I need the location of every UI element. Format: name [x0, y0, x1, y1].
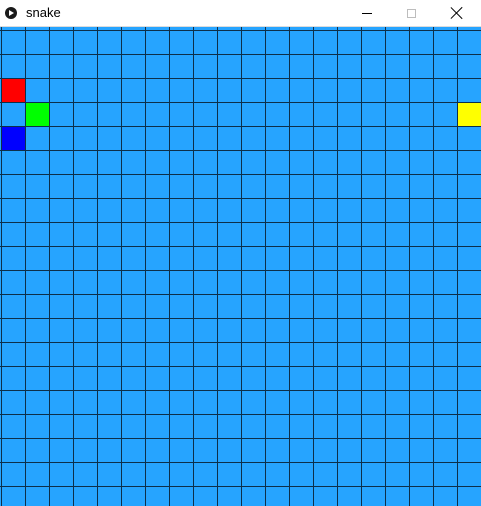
red-square	[1, 78, 25, 102]
minimize-button[interactable]	[345, 0, 389, 26]
window-title: snake	[26, 5, 61, 20]
game-board[interactable]	[0, 27, 481, 506]
board-background	[0, 27, 481, 506]
close-icon	[450, 6, 464, 20]
green-square	[25, 102, 49, 126]
play-circle-icon	[5, 7, 17, 19]
blue-square	[1, 126, 25, 150]
maximize-button[interactable]	[389, 0, 433, 26]
maximize-icon	[406, 8, 416, 18]
title-bar[interactable]: snake	[0, 0, 481, 27]
close-button[interactable]	[435, 0, 479, 26]
minimize-icon	[362, 12, 372, 14]
game-grid	[0, 27, 481, 506]
yellow-square	[457, 102, 481, 126]
